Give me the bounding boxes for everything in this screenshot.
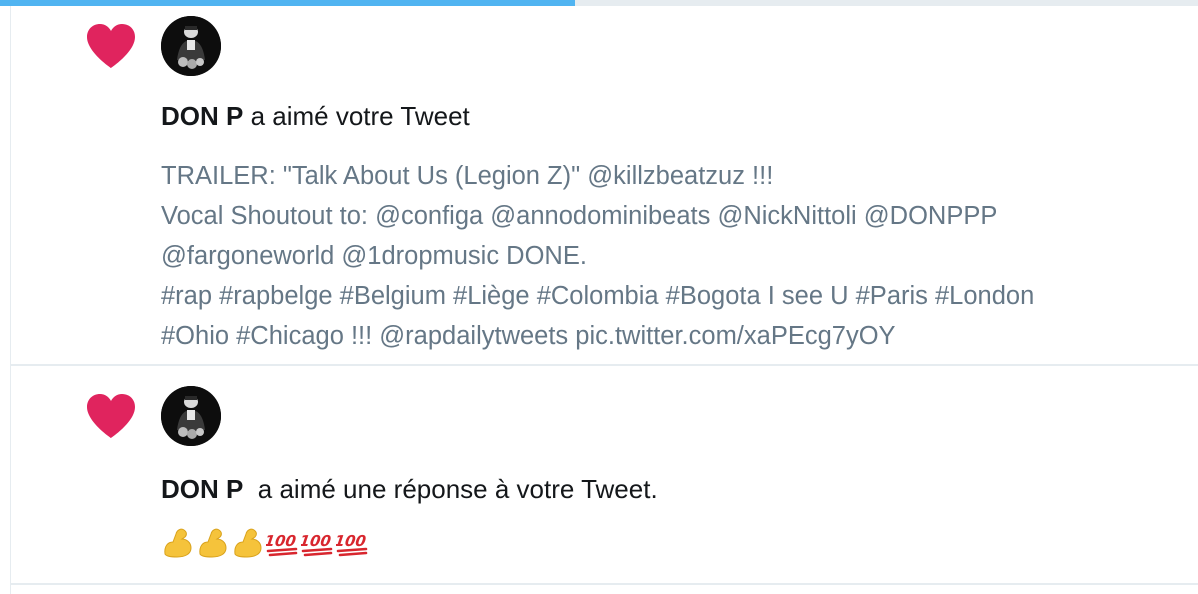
svg-text:100: 100 xyxy=(336,532,367,550)
notification-item[interactable]: DON P a aimé une réponse à votre Tweet. … xyxy=(11,366,1198,585)
notification-action-text: a aimé une réponse à votre Tweet. xyxy=(243,474,658,504)
tweet-text-line: Vocal Shoutout to: @configa @annodominib… xyxy=(161,202,998,230)
notification-item[interactable]: DON P a aimé votre Tweet TRAILER: "Talk … xyxy=(11,6,1198,366)
tweet-text-line: TRAILER: "Talk About Us (Legion Z)" @kil… xyxy=(161,162,774,190)
flexed-biceps-emoji xyxy=(234,528,262,558)
tweet-text[interactable]: TRAILER: "Talk About Us (Legion Z)" @kil… xyxy=(161,156,1191,356)
hundred-points-emoji: 100 xyxy=(301,532,333,557)
svg-text:100: 100 xyxy=(266,532,297,550)
user-name-link[interactable]: DON P xyxy=(161,101,243,131)
tweet-text-line: @fargoneworld @1dropmusic DONE. xyxy=(161,242,587,270)
flexed-biceps-emoji xyxy=(164,528,192,558)
reply-emoji-content[interactable]: 100 100 100 xyxy=(161,522,371,562)
tweet-text-line: #Ohio #Chicago !!! @rapdailytweets pic.t… xyxy=(161,322,896,350)
tweet-text-line: #rap #rapbelge #Belgium #Liège #Colombia… xyxy=(161,282,1035,310)
heart-icon xyxy=(87,394,135,438)
notification-headline: DON P a aimé votre Tweet xyxy=(161,101,470,132)
notifications-feed: DON P a aimé votre Tweet TRAILER: "Talk … xyxy=(10,6,1198,594)
heart-icon xyxy=(87,24,135,68)
notification-headline: DON P a aimé une réponse à votre Tweet. xyxy=(161,474,658,505)
flexed-biceps-emoji xyxy=(199,528,227,558)
notification-action-text: a aimé votre Tweet xyxy=(243,101,470,131)
hundred-points-emoji: 100 xyxy=(336,532,368,557)
user-avatar[interactable] xyxy=(161,16,221,76)
user-avatar[interactable] xyxy=(161,386,221,446)
hundred-points-emoji: 100 xyxy=(266,532,298,557)
svg-text:100: 100 xyxy=(301,532,332,550)
user-name-link[interactable]: DON P xyxy=(161,474,243,504)
